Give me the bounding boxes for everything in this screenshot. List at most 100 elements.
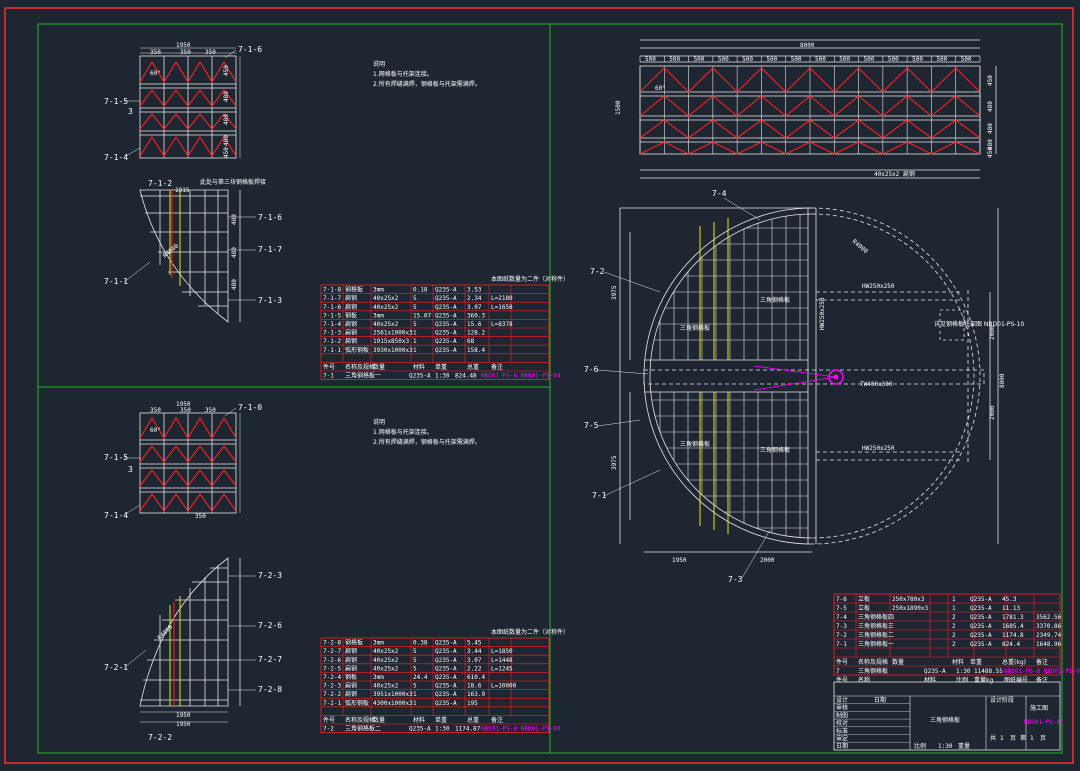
- v1-dim-r2: 480: [223, 91, 230, 102]
- v1-cell: 钢板: [345, 311, 357, 319]
- v1-dim-r3: 480: [223, 114, 230, 125]
- parts-table-1: 本图纸数量为二件（对称件） 7-1-8 钢格板 3mm 0.18 Q235-A 3.53 7-…: [320, 275, 569, 380]
- v1-cell: L=8378: [491, 321, 513, 328]
- v2-leaders: [123, 407, 241, 516]
- v2-dim-c: 350: [205, 407, 216, 414]
- main-label-a: 7-4: [712, 189, 727, 198]
- main-dim-2: 2000: [760, 557, 775, 564]
- bom-cell: 1: [952, 596, 956, 603]
- v1-cell: Q235-A: [435, 338, 457, 345]
- v1-cell: 15.6: [467, 321, 482, 328]
- v1-dim-b: 350: [180, 49, 191, 56]
- title-sheet: 共: [990, 734, 996, 742]
- v1-cell: 0.18: [413, 287, 428, 294]
- main-beam-2: HW250x250: [862, 445, 895, 452]
- title-left-label: 标准: [836, 727, 848, 735]
- bom-cell: Q235-A: [970, 596, 992, 603]
- v2-note-title: 说明: [373, 418, 385, 426]
- v1-header-cell: 备注: [491, 363, 503, 371]
- bom-part-name: 三角钢格板: [858, 667, 888, 675]
- v1-dim-r1: 450: [223, 65, 230, 76]
- v1-part-scale: 1:30: [435, 373, 450, 380]
- v1-arc-label-r1: 7-1-6: [258, 213, 282, 222]
- top-bay-dim: 500: [669, 56, 680, 63]
- v2-header-cell: 材料: [413, 716, 425, 724]
- v1-header-cell: 数量: [373, 363, 385, 371]
- top-bay-dim: 500: [912, 56, 923, 63]
- v1-arc-dim-r2: 480: [231, 247, 238, 258]
- v1-cell: Q235-A: [435, 330, 457, 337]
- main-text-2: 三角钢格板: [680, 324, 710, 332]
- v2-cell: Q235-A: [435, 657, 457, 664]
- bom-cell: 立板: [858, 595, 870, 603]
- v1-cell: 3.07: [467, 304, 482, 311]
- v2-cell: 扁钢: [345, 656, 357, 664]
- v1-cell: 360.3: [467, 312, 485, 319]
- v2-arc-label-r1: 7-2-3: [258, 571, 282, 580]
- bom-cell: Q235-A: [970, 632, 992, 639]
- title-left-label: 制图: [836, 711, 848, 719]
- title-sheet: 页: [1040, 735, 1046, 742]
- v2-cell: 7-2-1: [323, 700, 341, 707]
- bom-cell: 1781.3: [1002, 614, 1024, 621]
- top-bay-dim: 500: [936, 56, 947, 63]
- main-dim-arc: R4000: [851, 238, 870, 255]
- title-block: 设计审核制图校对标准审定日期日期三角钢格板设计阶段施工图NBD01-PS-01共…: [833, 681, 1064, 751]
- v1-cell: 扁钢: [345, 294, 357, 302]
- v1-cell: 3930x1000x3: [373, 347, 413, 354]
- bom-cell: 7-5: [836, 605, 847, 612]
- bom-part-header: 重量kg: [974, 676, 993, 684]
- v2-cell: 3mm: [373, 640, 384, 647]
- v2-cell: Q235-A: [435, 640, 457, 647]
- v2-cell: 2.22: [467, 665, 482, 672]
- v1-note-2: 2.所有焊缝满焊，钢格板与托架需满焊。: [373, 80, 481, 88]
- v1-cell: 2.34: [467, 295, 482, 302]
- v1-dim-r5: 450: [223, 147, 230, 158]
- v2-cell: 弧形钢板: [345, 699, 369, 707]
- v1-leaders: [123, 49, 237, 158]
- bom-header-cell: 数量: [892, 658, 904, 666]
- v2-cell: 3.07: [467, 657, 482, 664]
- bom-part-header: 比例: [956, 676, 968, 684]
- main-dim-1: 1950: [672, 557, 687, 564]
- bom-header-cell: 件号: [836, 658, 848, 666]
- v1-cell: 5: [413, 304, 417, 311]
- title-drawing-name: 三角钢格板: [930, 716, 960, 724]
- v2-dim-a: 350: [150, 407, 161, 414]
- v2-arc-label-r3: 7-2-7: [258, 655, 282, 664]
- v1-cell: 扁钢: [345, 337, 357, 345]
- v2-cell: 钢格板: [345, 639, 363, 647]
- v1-part-mat: Q235-A: [409, 373, 431, 380]
- v2-cell: 4300x1000x3: [373, 700, 413, 707]
- v1-cell: Q235-A: [435, 287, 457, 294]
- main-label-b: 7-2: [590, 267, 605, 276]
- v2-cell: 3mm: [373, 674, 384, 681]
- title-stage: 施工图: [1030, 704, 1048, 712]
- v1-label-l1: 7-1-5: [104, 97, 128, 106]
- cad-drawing: 1950 350 350 350 450 480 480 480 450 60°…: [4, 7, 1080, 764]
- main-dim-hr1: 2000: [989, 325, 996, 340]
- v2-label-tr: 7-1-0: [238, 403, 262, 412]
- v1-arc-dim-r1: 480: [231, 214, 238, 225]
- v2-cell: L=10000: [491, 683, 517, 690]
- v1-header-cell: 件号: [323, 363, 335, 371]
- bom-cell: 250x780x3: [892, 596, 925, 603]
- v1-part-name: 三角钢格板一: [345, 372, 381, 380]
- bom-cell: 2: [952, 623, 956, 630]
- top-angle: 60°: [655, 85, 666, 92]
- v2-arc-radius: R4000: [156, 623, 174, 641]
- v1-cell: 2561x1000x3: [373, 330, 413, 337]
- v2-label-l2: 3: [128, 465, 133, 474]
- title-left-label: 审核: [836, 704, 848, 712]
- main-label-e: 7-1: [592, 491, 607, 500]
- v2-part-name: 三角钢格板二: [345, 725, 381, 733]
- v1-cell: 5: [413, 295, 417, 302]
- bom-cell: 250x1890x3: [892, 605, 929, 612]
- v2-part-ref: NBD01-PS-8 NBD01-PS-04: [481, 726, 561, 733]
- v1-angle: 60°: [150, 70, 161, 77]
- main-center-beam: TW400x300: [860, 381, 893, 388]
- v2-cell: 0.38: [413, 640, 428, 647]
- main-beam-3: HW250x250: [819, 297, 826, 330]
- v1-cell: 扁钢: [345, 303, 357, 311]
- v2-cell: Q235-A: [435, 700, 457, 707]
